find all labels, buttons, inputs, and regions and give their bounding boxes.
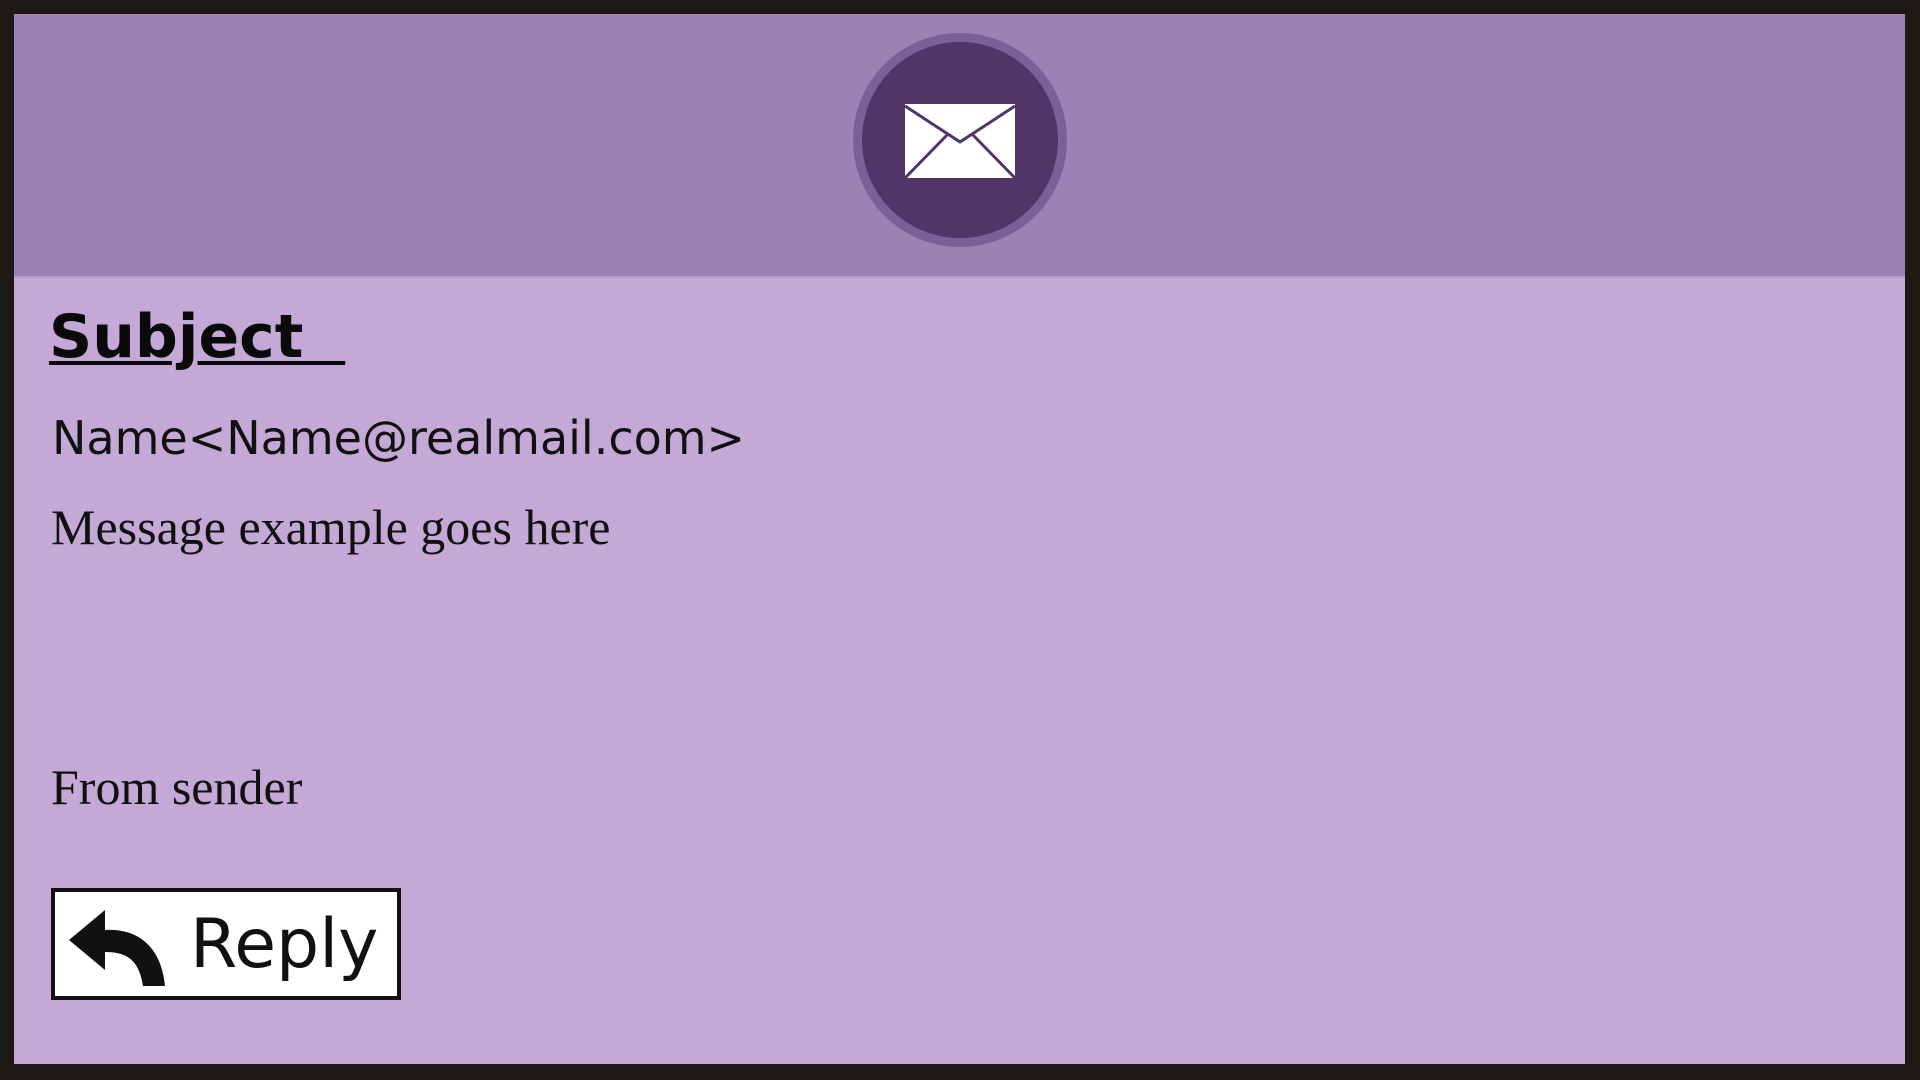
reply-button[interactable]: Reply [51,888,401,1000]
email-subject: Subject [49,302,346,372]
reply-arrow-icon [69,910,165,986]
email-view: Subject Name<Name@realmail.com> Message … [14,14,1905,1064]
sender-address: Name<Name@realmail.com> [52,411,746,465]
header-bar [14,14,1905,278]
mail-envelope-icon [905,104,1015,178]
message-signature: From sender [51,759,303,815]
reply-label: Reply [190,905,379,984]
message-body: Message example goes here [51,499,611,555]
mail-badge [853,33,1067,247]
